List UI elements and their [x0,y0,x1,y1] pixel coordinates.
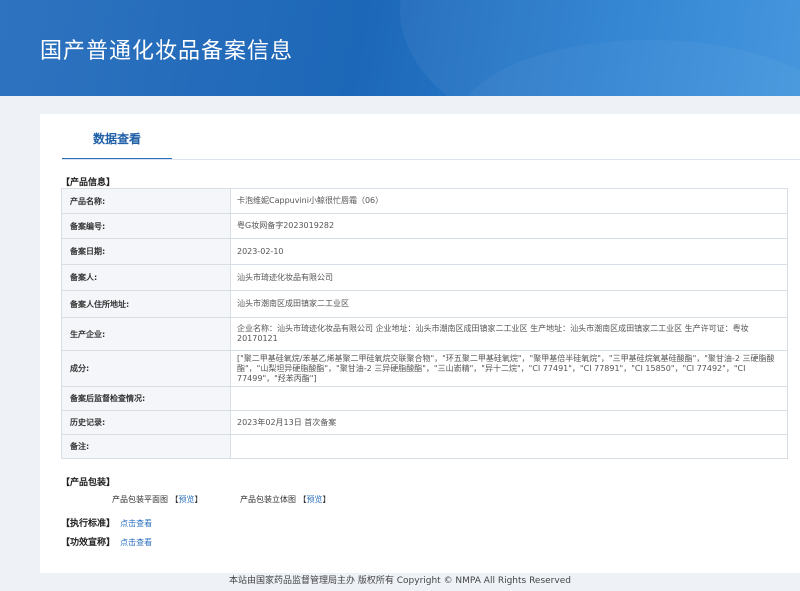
standard-label: 【执行标准】 [61,519,116,529]
efficacy-row: 【功效宣称】 点击查看 [61,535,152,548]
manufacturer-value: 企业名称：汕头市琦迹化妆品有限公司 企业地址：汕头市潮南区成田镇家二工业区 生产… [230,317,788,351]
tab-data-view[interactable]: 数据查看 [62,130,172,160]
table-row: 备案日期: 2023-02-10 [61,238,788,265]
product-name-value: 卡泡维妮Cappuvini小鲸很忙唇霜（06） [230,188,788,214]
page-title: 国产普通化妆品备案信息 [40,39,294,64]
standard-view-link[interactable]: 点击查看 [120,519,152,528]
table-row: 备案编号: 粤G妆网备字2023019282 [61,213,788,239]
product-info-table: 产品名称: 卡泡维妮Cappuvini小鲸很忙唇霜（06） 备案编号: 粤G妆网… [61,188,788,459]
filer-value: 汕头市琦迹化妆品有限公司 [230,264,788,291]
field-label: 备案日期: [61,238,231,265]
field-label: 备案后监督检查情况: [61,386,231,411]
field-label: 生产企业: [61,317,231,351]
field-label: 历史记录: [61,410,231,435]
field-label: 备案编号: [61,213,231,239]
product-info-section-label: 【产品信息】 [61,178,116,188]
table-row: 备案人住所地址: 汕头市潮南区成田镇家二工业区 [61,290,788,318]
efficacy-label: 【功效宣称】 [61,538,116,548]
packaging-flat-label: 产品包装平面图 [112,495,168,504]
inspection-value [230,386,788,411]
packaging-solid-row: 产品包装立体图 【预览】 [240,495,331,504]
table-row: 历史记录: 2023年02月13日 首次备案 [61,410,788,435]
table-row: 备案人: 汕头市琦迹化妆品有限公司 [61,264,788,291]
field-label: 备注: [61,434,231,459]
table-row: 生产企业: 企业名称：汕头市琦迹化妆品有限公司 企业地址：汕头市潮南区成田镇家二… [61,317,788,351]
header-banner: 国产普通化妆品备案信息 [0,0,800,96]
field-label: 备案人住所地址: [61,290,231,318]
standard-row: 【执行标准】 点击查看 [61,516,152,529]
packaging-section-label: 【产品包装】 [61,478,116,488]
field-label: 成分: [61,350,231,387]
table-row: 备注: [61,434,788,459]
remarks-value [230,434,788,459]
field-label: 备案人: [61,264,231,291]
table-row: 成分: ["聚二甲基硅氧烷/苯基乙烯基聚二甲硅氧烷交联聚合物"，"环五聚二甲基硅… [61,350,788,387]
tab-divider [62,159,800,160]
footer-copyright: 本站由国家药品监督管理局主办 版权所有 Copyright © NMPA All… [229,576,571,586]
efficacy-view-link[interactable]: 点击查看 [120,538,152,547]
packaging-solid-preview-link[interactable]: 预览 [307,495,323,504]
table-row: 产品名称: 卡泡维妮Cappuvini小鲸很忙唇霜（06） [61,188,788,214]
history-value: 2023年02月13日 首次备案 [230,410,788,435]
packaging-flat-preview-link[interactable]: 预览 [179,495,195,504]
packaging-solid-label: 产品包装立体图 [240,495,296,504]
table-row: 备案后监督检查情况: [61,386,788,411]
ingredients-value: ["聚二甲基硅氧烷/苯基乙烯基聚二甲硅氧烷交联聚合物"，"环五聚二甲基硅氧烷"，… [230,350,788,387]
field-label: 产品名称: [61,188,231,214]
filing-number-value: 粤G妆网备字2023019282 [230,213,788,239]
filing-date-value: 2023-02-10 [230,238,788,265]
filer-address-value: 汕头市潮南区成田镇家二工业区 [230,290,788,318]
packaging-flat-row: 产品包装平面图 【预览】 [112,495,203,504]
content-card: 数据查看 【产品信息】 产品名称: 卡泡维妮Cappuvini小鲸很忙唇霜（06… [40,114,800,573]
